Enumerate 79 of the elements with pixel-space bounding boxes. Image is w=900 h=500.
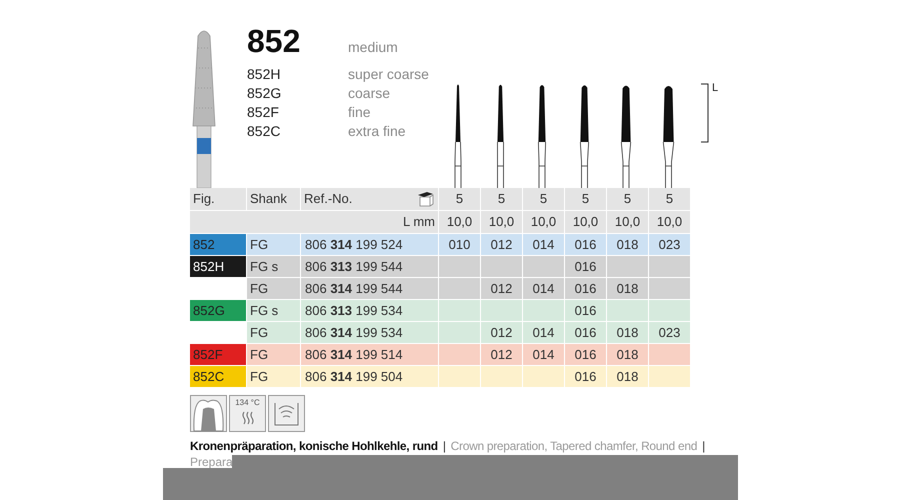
size-cell: 023 (649, 322, 690, 343)
reference-number-cell: 806 314 199 524 (301, 234, 438, 255)
pack-size-cell: 5 (649, 188, 690, 210)
shank-cell: FG (247, 234, 300, 255)
size-cell: 012 (481, 234, 522, 255)
grade-code: 852F (247, 103, 280, 122)
reference-number-cell: 806 314 199 534 (301, 322, 438, 343)
grade-code: 852H (247, 65, 282, 84)
reference-number-cell: 806 314 199 504 (301, 366, 438, 387)
package-icon (417, 191, 435, 207)
size-cell: 012 (481, 278, 522, 299)
column-header: Ref.-No. (304, 190, 352, 208)
figure-cell: 852F (190, 344, 246, 365)
shank-cell: FG s (247, 300, 300, 321)
size-cell: 018 (607, 322, 648, 343)
reference-number-cell: 806 313 199 544 (301, 256, 438, 277)
size-cell: 012 (481, 322, 522, 343)
shank-cell: FG (247, 278, 300, 299)
separator: | (442, 438, 446, 455)
shank-cell: FG (247, 344, 300, 365)
pack-size-cell: 5 (481, 188, 522, 210)
pack-size-cell: 5 (565, 188, 606, 210)
grade-name: extra fine (348, 122, 406, 141)
reference-number-cell: 806 313 199 534 (301, 300, 438, 321)
length-unit-label: L mm (402, 213, 435, 232)
ultrasonic-bath-icon (268, 395, 305, 432)
pack-size-cell: 5 (523, 188, 564, 210)
figure-cell: 852G (190, 300, 246, 321)
size-cell: 016 (565, 366, 606, 387)
shank-cell: FG s (247, 256, 300, 277)
length-cell: 10,0 (439, 211, 480, 233)
grade-name: fine (348, 103, 371, 122)
size-cell: 018 (607, 366, 648, 387)
size-cell: 014 (523, 234, 564, 255)
length-bracket-icon (701, 83, 709, 143)
size-cell: 018 (607, 234, 648, 255)
sterilization-icon: 134 °C (229, 395, 266, 432)
size-cell: 016 (565, 322, 606, 343)
size-cell: 014 (523, 322, 564, 343)
column-header: Shank (250, 190, 287, 208)
grade-code: 852C (247, 122, 282, 141)
column-header: Fig. (193, 190, 215, 208)
size-cell: 018 (607, 278, 648, 299)
pack-size-cell: 5 (607, 188, 648, 210)
shank-cell: FG (247, 322, 300, 343)
size-cell: 012 (481, 344, 522, 365)
figure-cell: 852 (190, 234, 246, 255)
size-cell: 023 (649, 234, 690, 255)
length-cell: 10,0 (481, 211, 522, 233)
grade-name: super coarse (348, 65, 429, 84)
separator: | (702, 438, 705, 455)
size-cell: 016 (565, 278, 606, 299)
size-cell: 018 (607, 344, 648, 365)
figure-cell: 852C (190, 366, 246, 387)
length-cell: 10,0 (565, 211, 606, 233)
size-cell: 016 (565, 234, 606, 255)
reference-number-cell: 806 314 199 514 (301, 344, 438, 365)
length-cell: 10,0 (649, 211, 690, 233)
length-cell: 10,0 (607, 211, 648, 233)
pack-size-cell: 5 (439, 188, 480, 210)
length-label: L (712, 83, 718, 94)
grade-code: 852G (247, 84, 282, 103)
grade-name: medium (348, 38, 398, 57)
size-cell: 016 (565, 300, 606, 321)
figure-cell: 852H (190, 256, 246, 277)
shank-cell: FG (247, 366, 300, 387)
size-cell: 016 (565, 344, 606, 365)
size-cell: 014 (523, 278, 564, 299)
description-text: Prepara (190, 455, 233, 469)
product-title: 852 (247, 22, 302, 60)
size-cell: 016 (565, 256, 606, 277)
description-english: Crown preparation, Tapered chamfer, Round end (450, 438, 698, 455)
grade-name: coarse (348, 84, 390, 103)
length-cell: 10,0 (523, 211, 564, 233)
size-cell: 014 (523, 344, 564, 365)
size-cell: 010 (439, 234, 480, 255)
tooth-icon (190, 395, 227, 432)
description-german: Kronenpräparation, konische Hohlkehle, rund (190, 438, 438, 455)
reference-number-cell: 806 314 199 544 (301, 278, 438, 299)
